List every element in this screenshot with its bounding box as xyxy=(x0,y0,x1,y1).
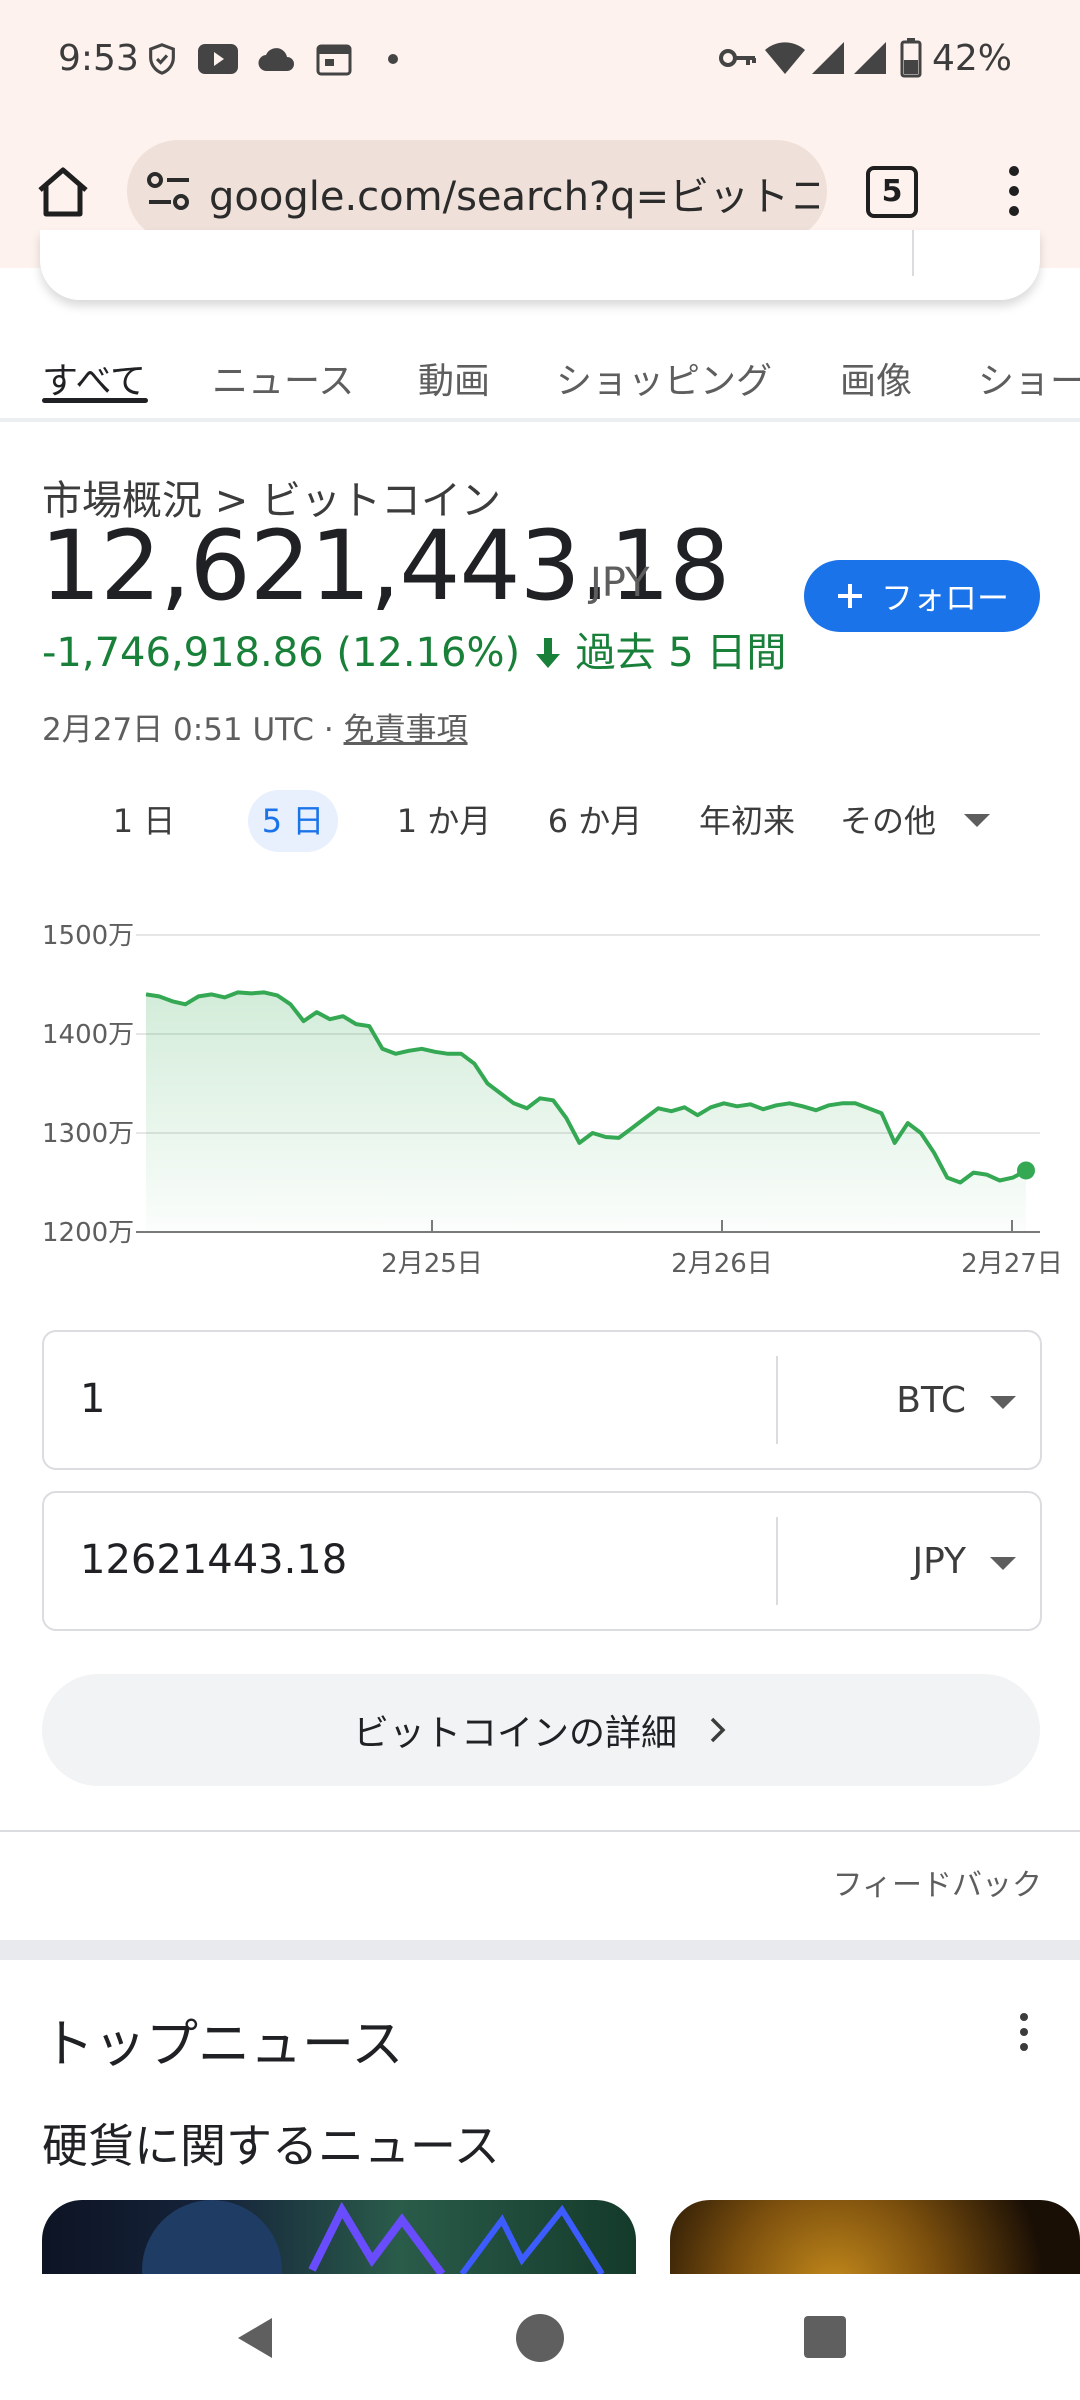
wifi-icon xyxy=(765,42,805,74)
caret-down-icon[interactable] xyxy=(990,1396,1016,1409)
url-text[interactable]: google.com/search?q=ビットコ xyxy=(209,164,819,222)
dot-icon xyxy=(388,54,398,64)
news-thumbnail[interactable] xyxy=(670,2200,1080,2274)
feedback-link[interactable]: フィードバック xyxy=(833,1860,1042,1904)
chevron-right-icon xyxy=(710,1717,726,1743)
chart-y-labels: 1500万 1400万 1300万 1200万 xyxy=(42,921,134,1248)
home-nav-icon[interactable] xyxy=(516,2314,564,2362)
price-change-amount: -1,746,918.86 (12.16%) xyxy=(42,630,521,676)
range-more-label: その他 xyxy=(840,802,937,840)
range-ytd[interactable]: 年初来 xyxy=(690,790,804,852)
follow-label: フォロー xyxy=(880,579,1009,617)
x-tick-label: 2月26日 xyxy=(671,1249,773,1279)
calendar-icon xyxy=(316,44,352,76)
key-icon xyxy=(719,49,756,67)
quote-timestamp: 2月27日 0:51 UTC · 免責事項 xyxy=(42,704,468,749)
y-tick-label: 1200万 xyxy=(42,1218,134,1248)
section-divider xyxy=(0,1830,1080,1832)
range-more[interactable]: その他 xyxy=(840,790,1000,852)
range-6m[interactable]: 6 か月 xyxy=(536,790,654,852)
browser-chrome: 9:53 42% google.com/search?q=ビットコ 5 xyxy=(0,0,1080,268)
status-bar: 9:53 42% xyxy=(0,0,1080,118)
coin-news-heading: 硬貨に関するニュース xyxy=(42,2119,500,2173)
caret-down-icon[interactable] xyxy=(990,1557,1016,1570)
more-vert-icon[interactable] xyxy=(1014,2012,1034,2056)
converter-to-value[interactable]: 12621443.18 xyxy=(80,1537,347,1583)
system-nav-bar xyxy=(0,2274,1080,2400)
converter-from-unit[interactable]: BTC xyxy=(896,1380,966,1421)
shield-icon xyxy=(149,43,175,75)
arrow-down-icon xyxy=(535,638,560,668)
home-icon[interactable] xyxy=(36,166,90,218)
range-1m[interactable]: 1 か月 xyxy=(386,790,502,852)
tab-videos[interactable]: 動画 xyxy=(418,352,490,404)
tab-images[interactable]: 画像 xyxy=(840,352,912,404)
back-icon[interactable] xyxy=(232,2314,278,2362)
price-currency: JPY xyxy=(590,560,650,606)
battery-icon xyxy=(900,38,922,78)
url-bar[interactable]: google.com/search?q=ビットコ xyxy=(127,140,827,242)
converter-from-value[interactable]: 1 xyxy=(80,1376,105,1422)
search-box-edge xyxy=(40,230,1040,300)
tab-shorts[interactable]: ショー xyxy=(978,352,1080,404)
converter-from[interactable]: 1 BTC xyxy=(42,1330,1042,1470)
price-change: -1,746,918.86 (12.16%) 過去 5 日間 xyxy=(42,620,786,678)
timestamp-text: 2月27日 0:51 UTC xyxy=(42,712,314,748)
price-chart: 1500万 1400万 1300万 1200万 2月25日 2月26日 2月27日 xyxy=(42,921,1063,1279)
news-thumbnail[interactable] xyxy=(42,2200,636,2274)
caret-down-icon xyxy=(964,814,990,827)
site-settings-icon[interactable] xyxy=(145,170,193,212)
cloud-icon xyxy=(258,48,294,72)
tab-all[interactable]: すべて xyxy=(42,352,146,404)
search-box-separator xyxy=(912,230,914,276)
chart-last-point xyxy=(1017,1161,1035,1180)
disclaimer-link[interactable]: 免責事項 xyxy=(344,712,468,748)
tab-shopping[interactable]: ショッピング xyxy=(556,352,772,404)
battery-percent: 42% xyxy=(932,38,1013,79)
y-tick-label: 1300万 xyxy=(42,1119,134,1149)
plus-icon xyxy=(837,584,862,608)
tab-selected-indicator xyxy=(42,398,148,403)
more-vert-icon[interactable] xyxy=(1004,164,1024,218)
bullet-separator: · xyxy=(323,712,344,748)
price-change-period: 過去 5 日間 xyxy=(575,630,787,676)
x-tick-label: 2月25日 xyxy=(381,1249,483,1279)
chart-area xyxy=(146,992,1026,1232)
details-label: ビットコインの詳細 xyxy=(352,1713,677,1754)
y-tick-label: 1400万 xyxy=(42,1020,134,1050)
signal-icon-2 xyxy=(854,42,886,74)
converter-to[interactable]: 12621443.18 JPY xyxy=(42,1491,1042,1631)
bitcoin-details-button[interactable]: ビットコインの詳細 xyxy=(42,1674,1040,1786)
range-5d[interactable]: 5 日 xyxy=(248,790,338,852)
status-time: 9:53 xyxy=(58,38,139,79)
youtube-icon xyxy=(198,44,238,74)
converter-separator xyxy=(776,1517,778,1605)
tab-switcher-button[interactable]: 5 xyxy=(866,166,918,218)
x-tick-label: 2月27日 xyxy=(961,1249,1063,1279)
top-news-heading: トップニュース xyxy=(42,2015,404,2075)
tab-news[interactable]: ニュース xyxy=(212,352,354,404)
converter-to-unit[interactable]: JPY xyxy=(912,1541,966,1582)
news-thumbnail-art xyxy=(142,2200,605,2274)
signal-icon xyxy=(812,42,844,74)
follow-button[interactable]: フォロー xyxy=(804,560,1040,632)
y-tick-label: 1500万 xyxy=(42,921,134,951)
section-separator xyxy=(0,1940,1080,1960)
converter-separator xyxy=(776,1356,778,1444)
tabs-divider xyxy=(0,418,1080,422)
range-1d[interactable]: 1 日 xyxy=(96,790,192,852)
recents-icon[interactable] xyxy=(804,2316,846,2358)
